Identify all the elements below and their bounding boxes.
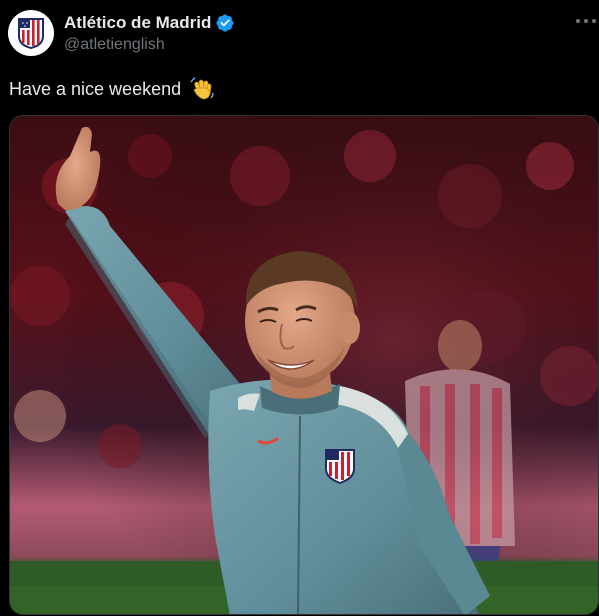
atletico-crest-icon <box>18 18 44 49</box>
tweet: Atlético de Madrid @atletienglish Have a… <box>0 0 599 616</box>
tweet-body: Have a nice weekend <box>9 78 182 99</box>
waving-hand-icon <box>190 77 214 100</box>
account-names: Atlético de Madrid @atletienglish <box>64 13 235 54</box>
display-name[interactable]: Atlético de Madrid <box>64 13 211 33</box>
tweet-header: Atlético de Madrid @atletienglish <box>8 10 235 56</box>
player-waving-photo <box>10 116 598 614</box>
verified-badge-icon <box>216 13 234 32</box>
tweet-photo[interactable] <box>9 115 599 615</box>
tweet-text: Have a nice weekend <box>9 76 215 102</box>
handle[interactable]: @atletienglish <box>64 36 235 54</box>
more-options-icon[interactable] <box>575 16 597 26</box>
avatar[interactable] <box>8 10 54 56</box>
name-row: Atlético de Madrid <box>64 13 235 33</box>
